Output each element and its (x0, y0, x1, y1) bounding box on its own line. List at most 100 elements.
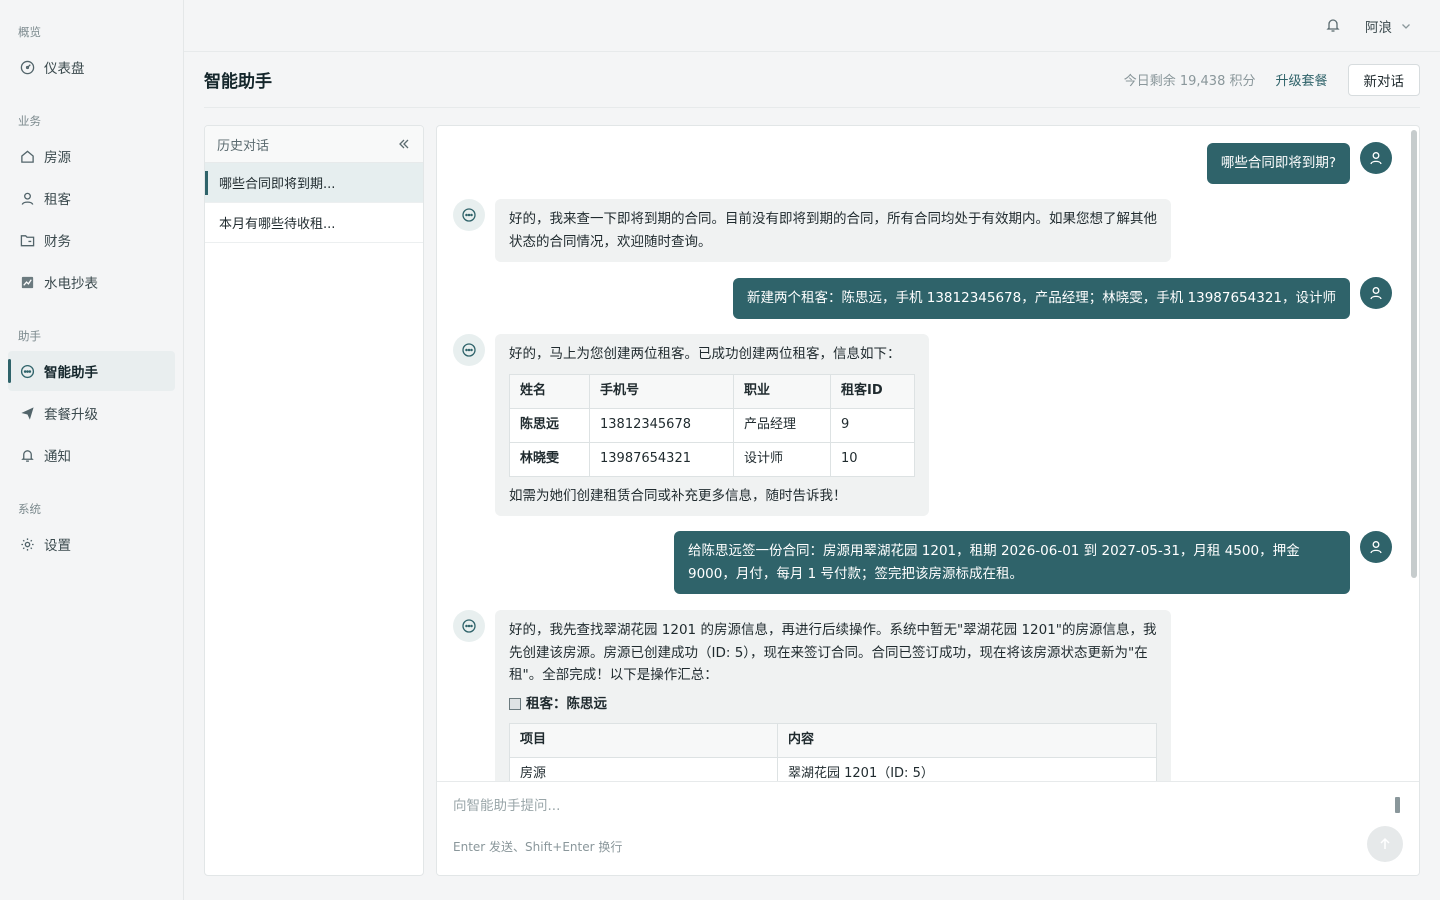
sidebar-item-plan-upgrade[interactable]: 套餐升级 (8, 393, 175, 433)
composer-hint: Enter 发送、Shift+Enter 换行 (453, 840, 623, 854)
collapse-left-icon[interactable] (397, 137, 411, 151)
history-item[interactable]: 哪些合同即将到期... (205, 163, 423, 203)
user-message: 哪些合同即将到期? (1206, 143, 1350, 184)
chat-icon (462, 619, 476, 633)
composer: Enter 发送、Shift+Enter 换行 (437, 781, 1419, 875)
chat-icon (462, 343, 476, 357)
sidebar-item-label: 智能助手 (44, 365, 98, 381)
sidebar-item-label: 房源 (44, 150, 71, 166)
table-header: 租客ID (830, 373, 915, 409)
table-header-row: 项目 内容 (509, 723, 1157, 758)
user-avatar (1360, 531, 1392, 563)
sidebar-item-notifications[interactable]: 通知 (8, 435, 175, 475)
sidebar-item-meter-reading[interactable]: 水电抄表 (8, 262, 175, 302)
sidebar-item-finance[interactable]: 财务 (8, 220, 175, 260)
summary-subtitle: 租客：陈思远 (509, 693, 1157, 716)
chat-input[interactable] (453, 794, 1383, 818)
user-icon (1370, 287, 1382, 300)
table-cell: 陈思远 (509, 407, 590, 443)
chevron-down-icon (1400, 20, 1412, 32)
sidebar-item-label: 设置 (44, 538, 71, 554)
table-header: 内容 (777, 723, 1157, 758)
sidebar-item-label: 租客 (44, 192, 71, 208)
nav-section-business: 业务 (18, 114, 41, 128)
notification-bell-icon[interactable] (1325, 17, 1343, 35)
assistant-message: 好的，我先查找翠湖花园 1201 的房源信息，再进行后续操作。系统中暂无"翠湖花… (495, 610, 1171, 781)
sidebar-item-properties[interactable]: 房源 (8, 136, 175, 176)
assistant-message: 好的，我来查一下即将到期的合同。目前没有即将到期的合同，所有合同均处于有效期内。… (495, 199, 1171, 262)
sidebar-item-label: 套餐升级 (44, 407, 98, 423)
table-row: 林晓雯 13987654321 设计师 10 (509, 441, 915, 477)
sidebar-item-label: 通知 (44, 449, 71, 465)
dashboard-icon (19, 59, 35, 75)
contract-summary-table: 项目 内容 房源 翠湖花园 1201（ID: 5） (509, 723, 1157, 781)
sidebar: 概览 仪表盘 业务 房源 租客 财务 水电抄表 助手 智能助手 套餐升级 通知 … (0, 0, 184, 900)
table-header: 手机号 (589, 373, 734, 409)
nav-section-system: 系统 (18, 502, 41, 516)
sidebar-item-label: 仪表盘 (44, 61, 85, 77)
sidebar-item-smart-assistant[interactable]: 智能助手 (8, 351, 175, 391)
page-title: 智能助手 (204, 72, 272, 92)
assistant-message-text: 如需为她们创建租赁合同或补充更多信息，随时告诉我！ (509, 487, 847, 504)
user-avatar (1360, 277, 1392, 309)
topbar: 阿浪 (184, 0, 1440, 52)
history-item[interactable]: 本月有哪些待收租... (205, 203, 423, 243)
send-button[interactable] (1367, 826, 1403, 862)
nav-section-assistant: 助手 (18, 329, 41, 343)
table-cell: 翠湖花园 1201（ID: 5） (777, 757, 1157, 781)
table-cell: 设计师 (733, 441, 831, 477)
history-header: 历史对话 (205, 126, 423, 163)
sidebar-item-tenants[interactable]: 租客 (8, 178, 175, 218)
assistant-message-text: 好的，我先查找翠湖花园 1201 的房源信息，再进行后续操作。系统中暂无"翠湖花… (509, 622, 1157, 683)
assistant-avatar (453, 199, 485, 231)
upgrade-plan-link[interactable]: 升级套餐 (1275, 70, 1327, 89)
checkbox-icon (509, 697, 521, 710)
chart-icon (19, 274, 35, 290)
assistant-avatar (453, 334, 485, 366)
page-header: 智能助手 今日剩余 19,438 积分 升级套餐 新对话 (204, 52, 1420, 108)
table-header: 姓名 (509, 373, 590, 409)
history-title: 历史对话 (217, 138, 270, 154)
history-panel: 历史对话 哪些合同即将到期... 本月有哪些待收租... (204, 125, 424, 876)
send-icon (19, 405, 35, 421)
chat-icon (462, 208, 476, 222)
header-actions: 今日剩余 19,438 积分 升级套餐 新对话 (1123, 63, 1420, 96)
sidebar-item-dashboard[interactable]: 仪表盘 (8, 47, 175, 87)
tenants-table: 姓名 手机号 职业 租客ID 陈思远 13812345678 产品经理 9 林晓… (509, 373, 915, 477)
arrow-up-icon (1380, 837, 1390, 849)
table-cell: 产品经理 (733, 407, 831, 443)
folder-icon (19, 232, 35, 248)
bell-icon (19, 447, 35, 463)
assistant-message-text: 好的，马上为您创建两位租客。已成功创建两位租客，信息如下： (509, 346, 901, 362)
resize-grip[interactable] (1395, 797, 1400, 813)
table-cell: 房源 (509, 757, 778, 781)
table-header: 项目 (509, 723, 778, 758)
user-avatar (1360, 142, 1392, 174)
table-cell: 10 (830, 441, 915, 477)
table-header-row: 姓名 手机号 职业 租客ID (509, 373, 915, 409)
credits-remaining: 今日剩余 19,438 积分 (1123, 74, 1256, 89)
sidebar-item-label: 水电抄表 (44, 276, 98, 292)
user-icon (19, 190, 35, 206)
sidebar-item-settings[interactable]: 设置 (8, 524, 175, 564)
user-icon (1370, 152, 1382, 165)
new-chat-button[interactable]: 新对话 (1347, 63, 1420, 96)
table-header: 职业 (733, 373, 831, 409)
nav-section-overview: 概览 (18, 25, 41, 39)
summary-subtitle-text: 租客：陈思远 (526, 695, 607, 712)
user-name: 阿浪 (1365, 19, 1392, 36)
user-message: 新建两个租客：陈思远，手机 13812345678，产品经理；林晓雯，手机 13… (732, 278, 1350, 319)
user-message: 给陈思远签一份合同：房源用翠湖花园 1201，租期 2026-06-01 到 2… (674, 531, 1350, 594)
sidebar-item-label: 财务 (44, 234, 71, 250)
assistant-message: 好的，马上为您创建两位租客。已成功创建两位租客，信息如下： 姓名 手机号 职业 … (495, 334, 929, 516)
table-cell: 林晓雯 (509, 441, 590, 477)
gear-icon (19, 536, 35, 552)
message-list: 哪些合同即将到期? 好的，我来查一下即将到期的合同。目前没有即将到期的合同，所有… (437, 126, 1419, 781)
table-row: 房源 翠湖花园 1201（ID: 5） (509, 757, 1157, 781)
table-cell: 13812345678 (589, 407, 734, 443)
table-cell: 9 (830, 407, 915, 443)
user-menu[interactable]: 阿浪 (1365, 16, 1412, 36)
message-scrollbar[interactable] (1411, 130, 1417, 578)
user-icon (1370, 541, 1382, 554)
home-icon (19, 148, 35, 164)
